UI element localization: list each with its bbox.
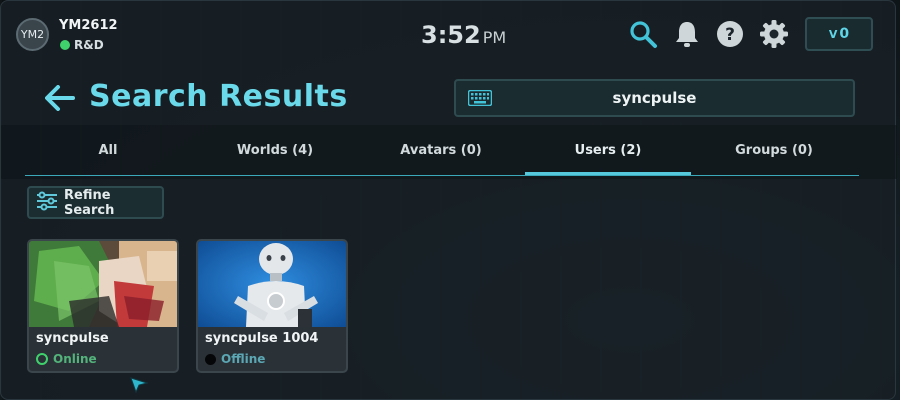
user-status: Online — [36, 352, 97, 366]
clock-time: 3:52 — [421, 21, 481, 49]
clock-ampm: PM — [482, 28, 507, 47]
tab-divider — [25, 175, 859, 176]
gear-icon[interactable] — [758, 18, 790, 50]
currency-button[interactable]: V 0 — [805, 17, 873, 51]
search-results-panel: YM2 YM2612 R&D 3:52 PM ? V 0 Search Resu… — [0, 0, 897, 400]
help-icon[interactable]: ? — [714, 18, 746, 50]
user-status: Offline — [205, 352, 265, 366]
tab-groups[interactable]: Groups (0) — [691, 125, 857, 175]
user-status-label: Offline — [221, 352, 266, 366]
online-status-dot-icon — [60, 40, 70, 50]
user-thumbnail — [198, 241, 346, 327]
user-name: syncpulse — [36, 331, 109, 346]
top-bar: YM2 YM2612 R&D 3:52 PM ? V 0 — [1, 1, 897, 67]
search-input[interactable]: syncpulse — [454, 79, 855, 117]
tab-users[interactable]: Users (2) — [525, 125, 691, 175]
online-ring-icon — [36, 353, 48, 365]
sliders-icon — [36, 191, 58, 215]
search-query: syncpulse — [612, 89, 697, 107]
user-result-card[interactable]: syncpulse Online — [27, 239, 179, 373]
user-status-label: Online — [53, 352, 97, 366]
username: YM2612 — [59, 18, 118, 33]
tab-worlds[interactable]: Worlds (4) — [192, 125, 358, 175]
currency-amount: 0 — [839, 26, 850, 42]
avatar[interactable]: YM2 — [16, 18, 49, 51]
svg-text:?: ? — [725, 25, 735, 45]
user-name: syncpulse 1004 — [205, 331, 319, 346]
offline-dot-icon — [205, 353, 216, 365]
page-title: Search Results — [89, 79, 348, 114]
refine-search-label: Refine Search — [64, 187, 115, 218]
tab-bar: All Worlds (4) Avatars (0) Users (2) Gro… — [1, 125, 897, 179]
user-status: R&D — [60, 38, 104, 52]
tab-avatars[interactable]: Avatars (0) — [358, 125, 524, 175]
bell-icon[interactable] — [671, 18, 703, 50]
back-arrow-icon[interactable] — [45, 83, 77, 113]
user-status-label: R&D — [74, 38, 104, 52]
currency-symbol: V — [828, 27, 838, 41]
clock: 3:52 PM — [421, 21, 506, 49]
user-result-card[interactable]: syncpulse 1004 Offline — [196, 239, 348, 373]
tab-all[interactable]: All — [25, 125, 191, 175]
user-thumbnail — [29, 241, 177, 327]
refine-search-button[interactable]: Refine Search — [27, 186, 164, 219]
search-icon[interactable] — [627, 18, 659, 50]
pointer-cursor-icon — [130, 377, 149, 397]
